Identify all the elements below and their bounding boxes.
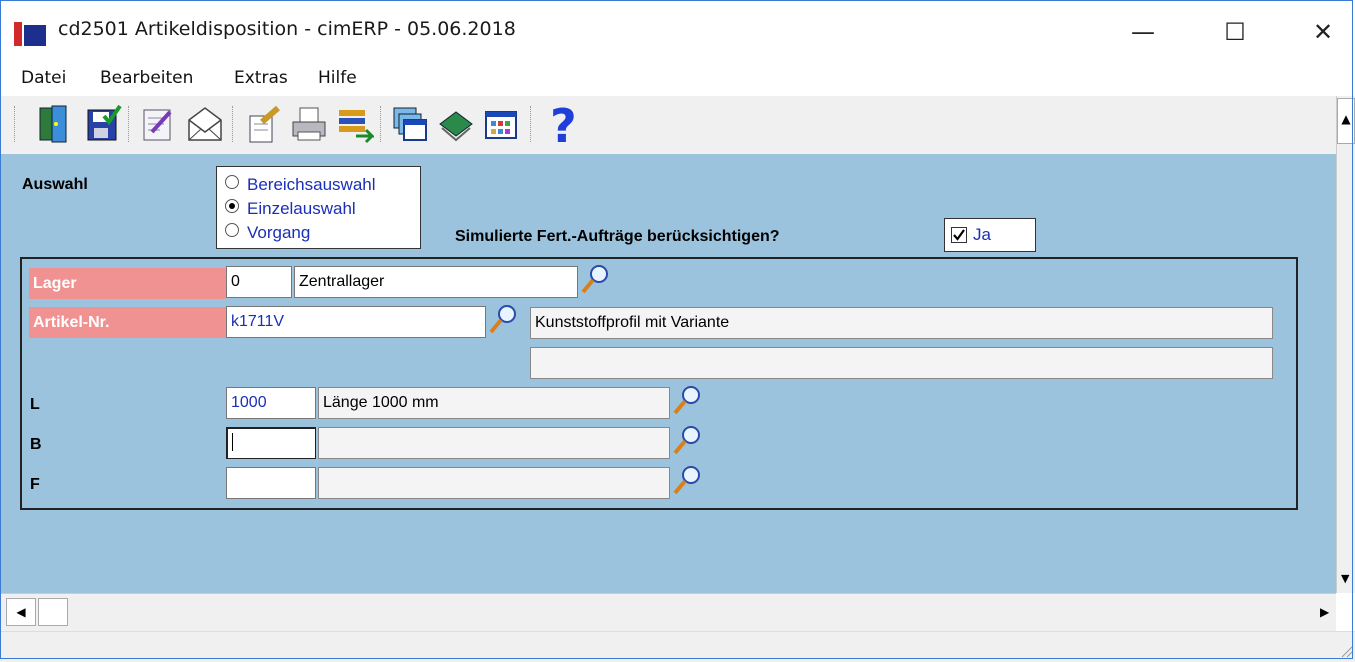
window-border xyxy=(0,0,1353,659)
